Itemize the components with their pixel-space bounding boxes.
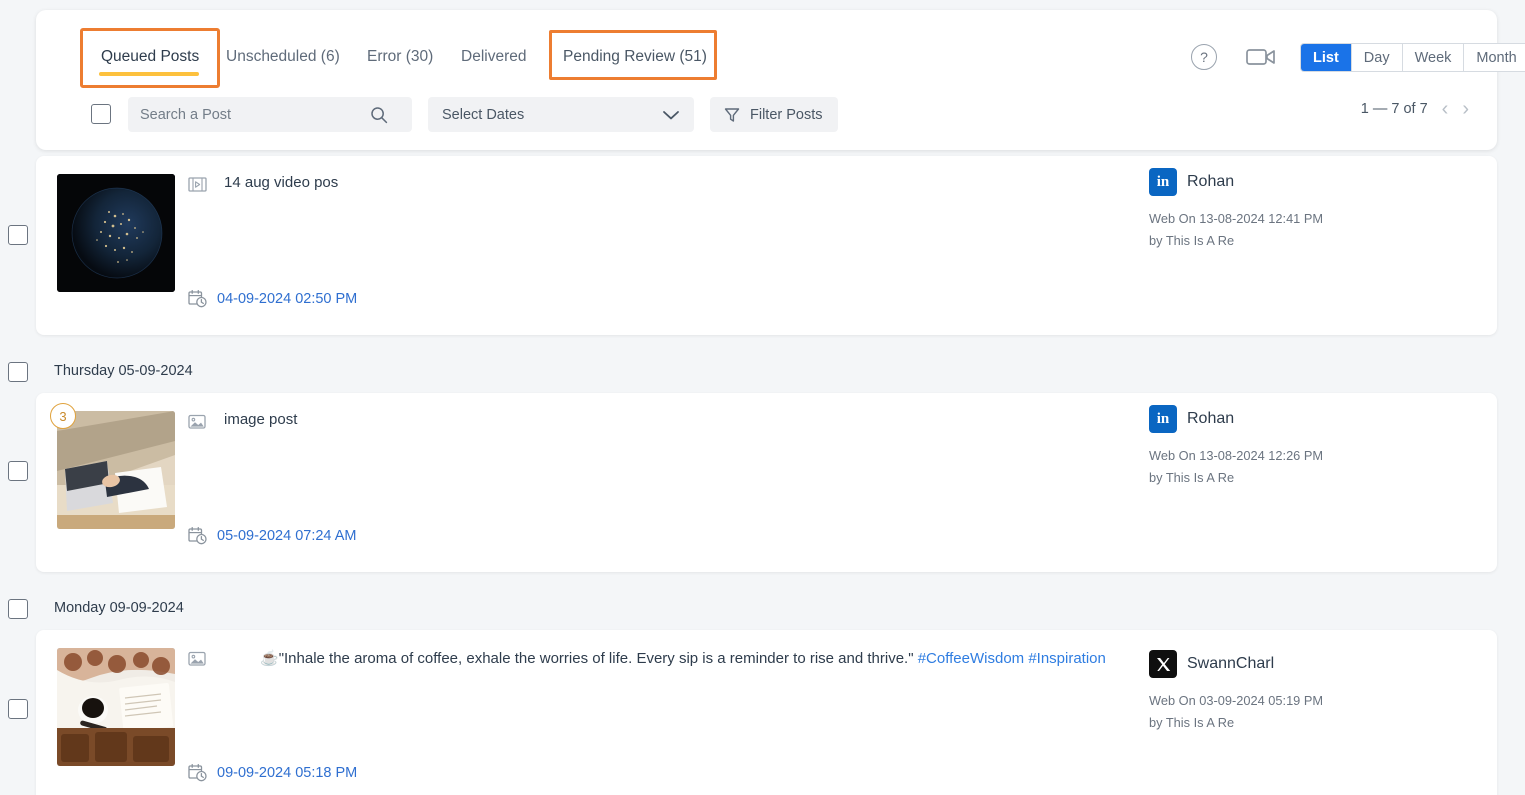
pagination: 1 — 7 of 7 ‹ › bbox=[1361, 99, 1469, 119]
post-hashtags[interactable]: #CoffeeWisdom #Inspiration bbox=[918, 650, 1106, 667]
account-name: Rohan bbox=[1187, 173, 1234, 191]
pagination-range: 1 — 7 of 7 bbox=[1361, 101, 1428, 117]
post-title: ☕"Inhale the aroma of coffee, exhale the… bbox=[260, 648, 1106, 670]
video-file-icon bbox=[188, 176, 207, 193]
image-file-icon bbox=[188, 413, 207, 430]
search-icon bbox=[370, 106, 388, 124]
post-row-checkbox[interactable] bbox=[8, 699, 28, 719]
tab-delivered[interactable]: Delivered bbox=[461, 48, 526, 66]
post-account: in Rohan Web On 13-08-2024 12:41 PM by T… bbox=[1149, 168, 1323, 252]
media-count-badge: 3 bbox=[50, 403, 76, 429]
account-author: by This Is A Re bbox=[1149, 712, 1323, 734]
post-account: in Rohan Web On 13-08-2024 12:26 PM by T… bbox=[1149, 405, 1323, 489]
search-input[interactable] bbox=[140, 107, 370, 123]
view-toggle[interactable]: List Day Week Month bbox=[1300, 43, 1525, 72]
post-thumbnail[interactable] bbox=[57, 411, 175, 529]
view-btn-month[interactable]: Month bbox=[1464, 44, 1525, 71]
search-post-box[interactable] bbox=[128, 97, 412, 132]
day-separator: Monday 09-09-2024 bbox=[54, 600, 184, 616]
x-twitter-icon bbox=[1149, 650, 1177, 678]
filter-posts-label: Filter Posts bbox=[750, 107, 823, 123]
header-card: Queued Posts Unscheduled (6) Error (30) … bbox=[36, 10, 1497, 150]
account-name: SwannCharl bbox=[1187, 655, 1274, 673]
post-title-text: "Inhale the aroma of coffee, exhale the … bbox=[279, 650, 918, 667]
chevron-down-icon bbox=[662, 109, 680, 121]
post-schedule[interactable]: 05-09-2024 07:24 AM bbox=[188, 526, 356, 545]
account-author: by This Is A Re bbox=[1149, 230, 1323, 252]
post-row[interactable]: 3 image post bbox=[36, 393, 1497, 572]
view-btn-list[interactable]: List bbox=[1301, 44, 1352, 71]
post-row[interactable]: ☕"Inhale the aroma of coffee, exhale the… bbox=[36, 630, 1497, 795]
account-created: Web On 13-08-2024 12:41 PM bbox=[1149, 208, 1323, 230]
post-scheduler-page: Queued Posts Unscheduled (6) Error (30) … bbox=[0, 0, 1525, 795]
image-file-icon bbox=[188, 650, 207, 667]
post-schedule-date: 04-09-2024 02:50 PM bbox=[217, 291, 357, 307]
day-separator: Thursday 05-09-2024 bbox=[54, 363, 193, 379]
view-btn-week[interactable]: Week bbox=[1403, 44, 1465, 71]
account-author: by This Is A Re bbox=[1149, 467, 1323, 489]
post-row-checkbox[interactable] bbox=[8, 225, 28, 245]
post-title: image post bbox=[224, 409, 297, 431]
select-dates-dropdown[interactable]: Select Dates bbox=[428, 97, 694, 132]
post-schedule[interactable]: 04-09-2024 02:50 PM bbox=[188, 289, 357, 308]
calendar-clock-icon bbox=[188, 289, 207, 308]
tab-pending-review[interactable]: Pending Review (51) bbox=[563, 48, 707, 66]
day-group-checkbox[interactable] bbox=[8, 362, 28, 382]
post-thumbnail[interactable] bbox=[57, 648, 175, 766]
select-all-checkbox[interactable] bbox=[91, 104, 111, 124]
calendar-clock-icon bbox=[188, 526, 207, 545]
active-tab-underline bbox=[99, 72, 199, 76]
post-thumbnail[interactable] bbox=[57, 174, 175, 292]
filter-posts-button[interactable]: Filter Posts bbox=[710, 97, 838, 132]
tab-queued-posts[interactable]: Queued Posts bbox=[101, 48, 199, 66]
post-schedule-date: 05-09-2024 07:24 AM bbox=[217, 528, 356, 544]
tab-error[interactable]: Error (30) bbox=[367, 48, 433, 66]
post-row-checkbox[interactable] bbox=[8, 461, 28, 481]
funnel-icon bbox=[724, 107, 740, 123]
help-icon[interactable]: ? bbox=[1191, 44, 1217, 70]
account-name: Rohan bbox=[1187, 410, 1234, 428]
post-schedule[interactable]: 09-09-2024 05:18 PM bbox=[188, 763, 357, 782]
post-schedule-date: 09-09-2024 05:18 PM bbox=[217, 765, 357, 781]
pagination-prev-icon[interactable]: ‹ bbox=[1442, 99, 1449, 119]
account-created: Web On 13-08-2024 12:26 PM bbox=[1149, 445, 1323, 467]
tab-unscheduled[interactable]: Unscheduled (6) bbox=[226, 48, 340, 66]
linkedin-icon: in bbox=[1149, 168, 1177, 196]
account-created: Web On 03-09-2024 05:19 PM bbox=[1149, 690, 1323, 712]
post-row[interactable]: 14 aug video pos 04-09-2024 02:50 PM in … bbox=[36, 156, 1497, 335]
view-btn-day[interactable]: Day bbox=[1352, 44, 1403, 71]
day-group-checkbox[interactable] bbox=[8, 599, 28, 619]
select-dates-label: Select Dates bbox=[442, 107, 524, 123]
post-title: 14 aug video pos bbox=[224, 172, 338, 194]
linkedin-icon: in bbox=[1149, 405, 1177, 433]
calendar-clock-icon bbox=[188, 763, 207, 782]
post-account: SwannCharl Web On 03-09-2024 05:19 PM by… bbox=[1149, 650, 1323, 734]
coffee-emoji: ☕ bbox=[260, 650, 279, 667]
pagination-next-icon[interactable]: › bbox=[1462, 99, 1469, 119]
video-camera-icon[interactable] bbox=[1246, 46, 1276, 68]
